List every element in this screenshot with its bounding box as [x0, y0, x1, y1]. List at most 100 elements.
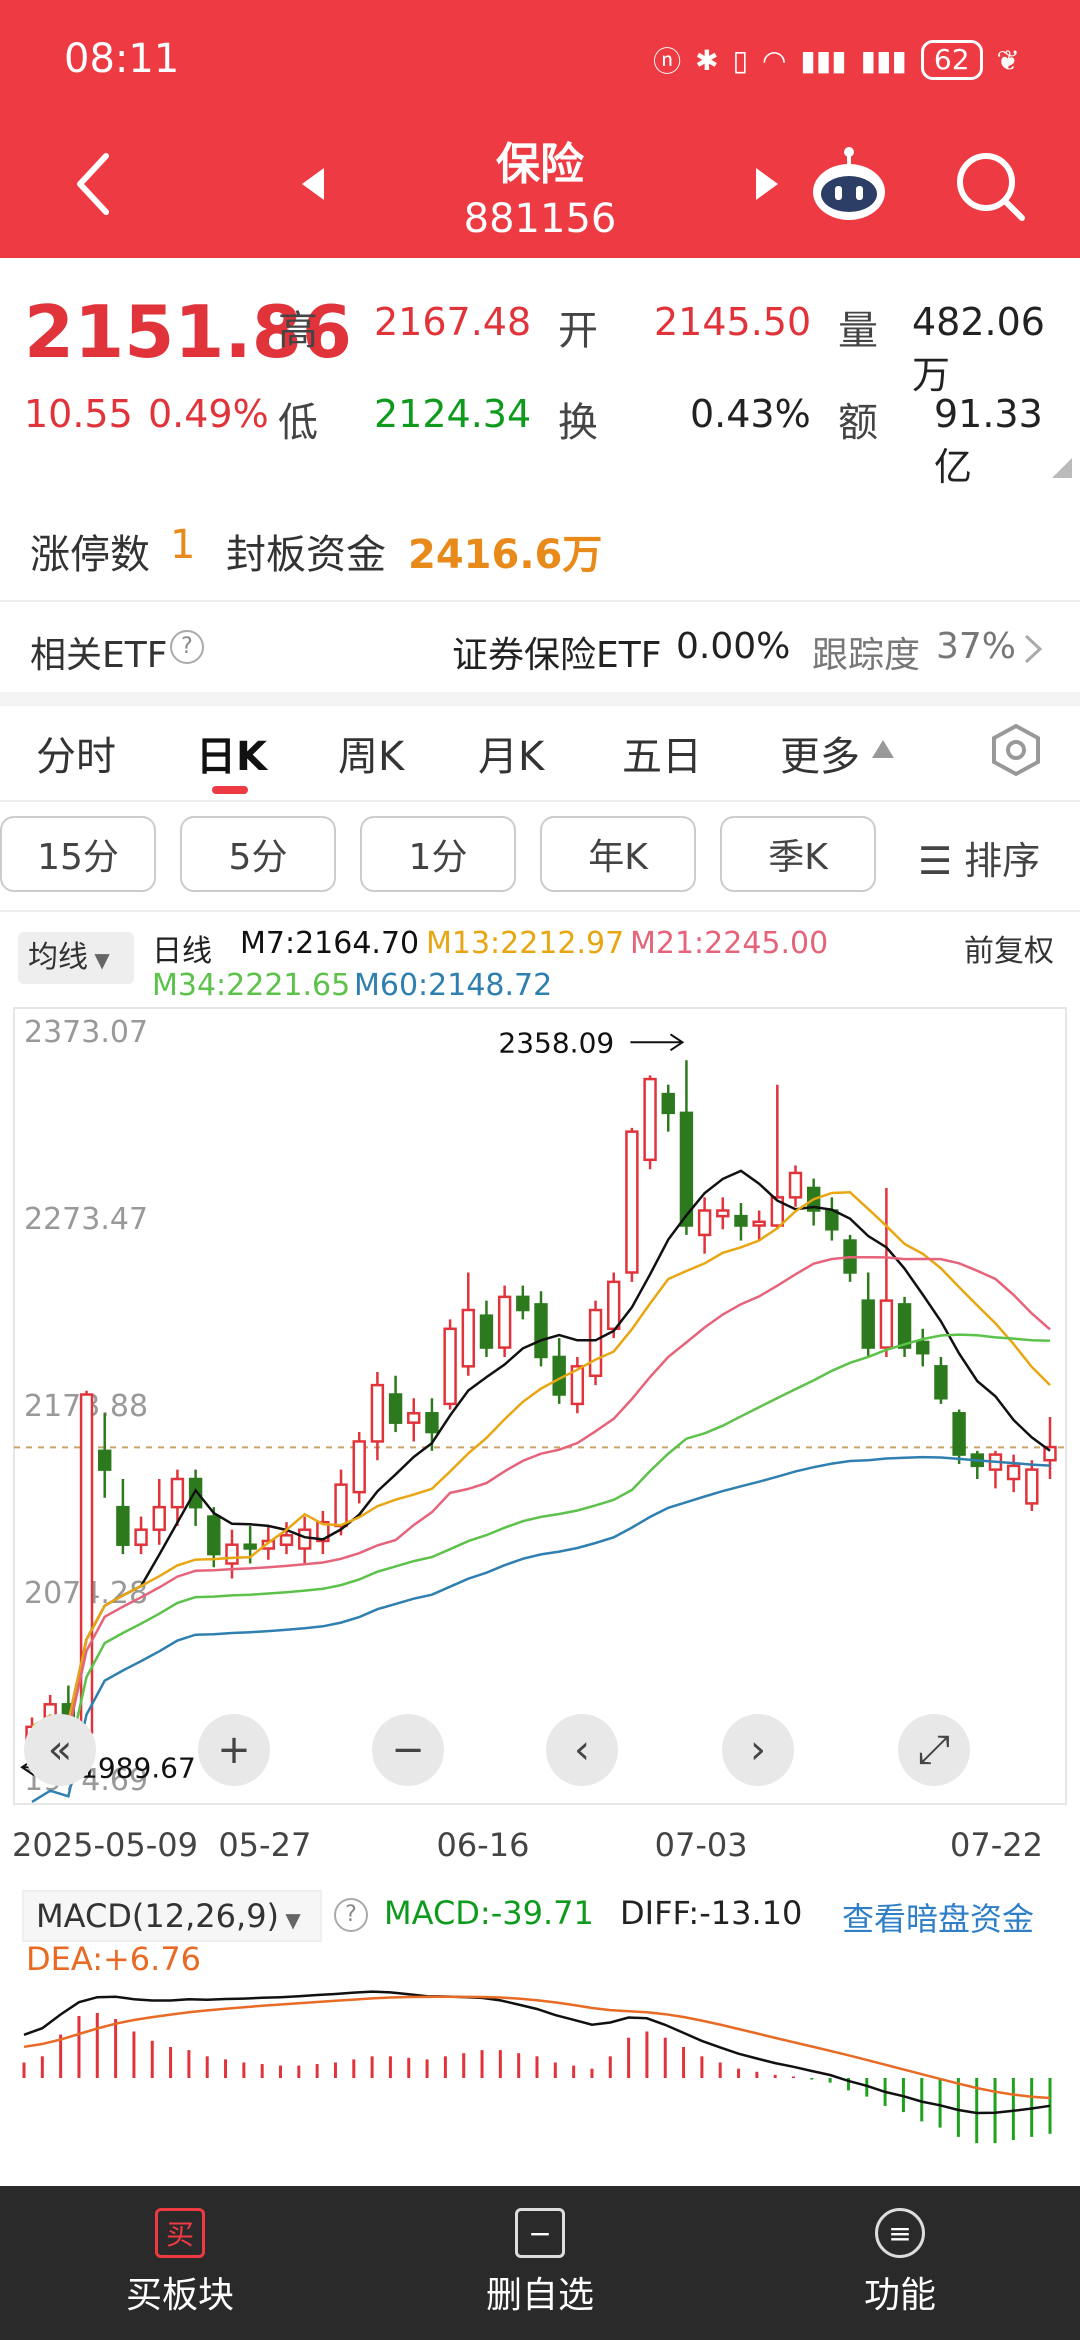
- dea-line: [23, 1995, 1051, 2100]
- candle: [734, 1214, 748, 1227]
- candle: [279, 1534, 294, 1546]
- candle: [1025, 1468, 1039, 1505]
- candle: [388, 1393, 403, 1424]
- legend-m13: M13:2212.97: [426, 926, 625, 961]
- y-tick-label: 2273.47: [24, 1202, 148, 1237]
- sort-label: 排序: [964, 839, 1041, 883]
- dark-pool-link[interactable]: 查看暗盘资金: [842, 1894, 1034, 1940]
- ma-dropdown[interactable]: 均线 ▼: [18, 932, 134, 984]
- candle: [697, 1209, 712, 1237]
- macd-chart[interactable]: [0, 1980, 1080, 2180]
- function-button[interactable]: ≡ 功能: [720, 2186, 1080, 2340]
- candle: [679, 1111, 694, 1227]
- settings-hexagon-icon[interactable]: [988, 722, 1044, 778]
- adjust-mode[interactable]: 前复权: [964, 926, 1054, 970]
- sealed-fund-value: 2416.6万: [408, 532, 603, 578]
- period-year-k[interactable]: 年K: [540, 816, 696, 892]
- etf-value: 0.00%: [676, 626, 791, 667]
- legend-period: 日线: [152, 934, 212, 969]
- tab-more[interactable]: 更多: [780, 724, 860, 782]
- candle: [98, 1449, 112, 1471]
- candle: [879, 1299, 894, 1349]
- help-icon[interactable]: ?: [170, 630, 204, 664]
- period-1min[interactable]: 1分: [360, 816, 516, 892]
- divider: [0, 800, 1080, 802]
- candle: [534, 1303, 548, 1359]
- battery-icon: 62: [920, 40, 983, 80]
- candle: [497, 1295, 512, 1349]
- candle: [952, 1412, 966, 1456]
- robot-assistant-icon[interactable]: [808, 146, 890, 226]
- candle: [479, 1314, 494, 1349]
- tab-monthly-k[interactable]: 月K: [478, 724, 544, 782]
- minus-box-icon: −: [515, 2208, 565, 2258]
- remove-watchlist-button[interactable]: − 删自选: [360, 2186, 720, 2340]
- candle: [425, 1412, 439, 1434]
- diff-value: DIFF:-13.10: [620, 1894, 803, 1932]
- help-icon[interactable]: ?: [334, 1898, 368, 1932]
- next-arrow-icon[interactable]: [752, 166, 782, 202]
- candle: [116, 1505, 130, 1546]
- zoom-in-button[interactable]: +: [198, 1714, 270, 1786]
- candle: [207, 1515, 221, 1556]
- macd-value: MACD:-39.71: [384, 1894, 594, 1932]
- search-icon[interactable]: [954, 150, 1028, 224]
- buy-sector-button[interactable]: 买 买板块: [0, 2186, 360, 2340]
- candle: [461, 1308, 475, 1368]
- high-value: 2167.48: [374, 300, 532, 344]
- ma13-line: [31, 1191, 1051, 1728]
- sort-button[interactable]: ☰ 排序: [918, 830, 1040, 885]
- period-5min[interactable]: 5分: [180, 816, 336, 892]
- candle: [897, 1303, 912, 1349]
- menu-circle-icon: ≡: [875, 2208, 925, 2258]
- etf-track-value: 37%: [936, 626, 1017, 667]
- open-label: 开: [558, 308, 598, 354]
- ma7-line: [31, 1169, 1051, 1728]
- section-gap: [0, 692, 1080, 706]
- bluetooth-icon: ✱: [695, 43, 719, 77]
- expand-corner-icon[interactable]: [1052, 458, 1072, 478]
- period-season-k[interactable]: 季K: [720, 816, 876, 892]
- candle: [607, 1280, 621, 1331]
- menu-icon: ☰: [918, 839, 965, 883]
- candle: [752, 1220, 766, 1227]
- macd-label: MACD(12,26,9): [36, 1897, 280, 1935]
- divider: [0, 910, 1080, 912]
- scroll-left-button[interactable]: ‹: [546, 1714, 618, 1786]
- legend-m60: M60:2148.72: [354, 968, 553, 1003]
- diff-line: [23, 1990, 1051, 2115]
- candle: [516, 1295, 530, 1312]
- legend-m34: M34:2221.65: [152, 968, 351, 1003]
- triangle-up-icon: [872, 740, 894, 758]
- price-change-pct: 0.49%: [148, 392, 269, 436]
- candle: [1006, 1464, 1021, 1481]
- legend-m7: M7:2164.70: [240, 926, 420, 961]
- etf-name[interactable]: 证券保险ETF: [452, 626, 661, 678]
- fullscreen-button[interactable]: ⤢: [898, 1714, 970, 1786]
- scroll-left-double-icon[interactable]: «: [24, 1714, 96, 1786]
- scroll-right-button[interactable]: ›: [722, 1714, 794, 1786]
- leaf-icon: ❦: [996, 43, 1020, 77]
- low-value: 2124.34: [374, 392, 532, 436]
- y-tick-label: 2373.07: [24, 1015, 148, 1050]
- candle: [370, 1383, 385, 1443]
- tab-five-day[interactable]: 五日: [622, 724, 702, 782]
- period-15min[interactable]: 15分: [0, 816, 156, 892]
- tab-weekly-k[interactable]: 周K: [338, 724, 404, 782]
- tab-daily-k[interactable]: 日K: [196, 724, 267, 782]
- sealed-fund-label: 封板资金: [226, 532, 386, 578]
- page-title: 保险: [496, 139, 584, 190]
- chevron-right-icon[interactable]: [1022, 632, 1044, 666]
- ma-dropdown-label: 均线: [28, 940, 88, 975]
- buy-sector-label: 买板块: [125, 2275, 234, 2316]
- tab-intraday[interactable]: 分时: [36, 724, 116, 782]
- macd-dropdown[interactable]: MACD(12,26,9) ▼: [22, 1890, 322, 1942]
- nfc-icon: ⓝ: [653, 45, 682, 78]
- limit-up-count: 1: [170, 522, 196, 568]
- caret-down-icon: ▼: [279, 1908, 301, 1932]
- zoom-out-button[interactable]: −: [372, 1714, 444, 1786]
- low-mark-label: 1989.67: [80, 1751, 196, 1784]
- candle: [334, 1483, 348, 1528]
- x-tick-label: 07-22: [950, 1826, 1043, 1864]
- candle: [352, 1440, 366, 1494]
